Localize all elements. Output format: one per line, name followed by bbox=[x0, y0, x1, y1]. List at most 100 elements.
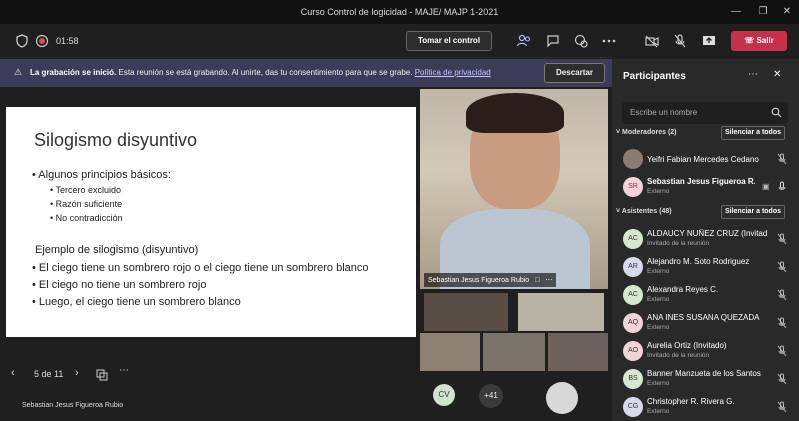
video-more-icon[interactable]: ⋯ bbox=[545, 277, 552, 284]
mic-off-icon[interactable] bbox=[776, 233, 788, 245]
participant-name: Alejandro M. Soto Rodriguez bbox=[647, 257, 750, 266]
participant-row[interactable]: AQ ANA INES SUSANA QUEZADA Externo bbox=[612, 310, 799, 336]
participant-name: ALDAUCY NUÑEZ CRUZ (Invitado) bbox=[647, 229, 767, 238]
participant-name: Sebastian Jesus Figueroa R... bbox=[647, 177, 755, 186]
previous-slide-icon[interactable]: ‹ bbox=[11, 367, 15, 379]
mic-off-icon[interactable] bbox=[776, 401, 788, 413]
slide-example-heading: Ejemplo de silogismo (disyuntivo) bbox=[35, 244, 199, 256]
slide-bullet: • Algunos principios básicos: bbox=[32, 169, 171, 181]
participant-row[interactable]: AR Alejandro M. Soto Rodriguez Externo bbox=[612, 254, 799, 280]
leave-label: Salir bbox=[756, 36, 774, 45]
video-label: Sebastian Jesus Figueroa Rubio □ ⋯ bbox=[424, 273, 557, 287]
video-thumbnail[interactable] bbox=[420, 333, 480, 371]
participant-name: Aurelia Ortiz (Invitado) bbox=[647, 341, 727, 350]
participant-row[interactable]: BS Banner Manzueta de los Santos Externo bbox=[612, 366, 799, 392]
silence-attendees-button[interactable]: Silenciar a todos bbox=[721, 205, 785, 219]
participant-avatar bbox=[623, 149, 643, 169]
participant-role: Invitado de la reunión bbox=[647, 352, 710, 359]
participant-avatar[interactable]: CV bbox=[433, 384, 455, 406]
shared-slide: Silogismo disyuntivo • Algunos principio… bbox=[6, 107, 416, 337]
video-participant-name: Sebastian Jesus Figueroa Rubio bbox=[428, 277, 530, 284]
moderators-header[interactable]: ˅ Moderadores (2) bbox=[616, 129, 677, 136]
dismiss-button[interactable]: Descartar bbox=[544, 63, 605, 83]
mic-off-icon[interactable] bbox=[776, 153, 788, 165]
close-icon[interactable]: ✕ bbox=[775, 0, 799, 24]
more-options-icon[interactable] bbox=[601, 33, 617, 49]
slide-subbullet: • Razón suficiente bbox=[50, 199, 123, 209]
participant-avatar: AC bbox=[623, 229, 643, 249]
slide-subbullet: • No contradicción bbox=[50, 213, 123, 223]
mic-off-icon[interactable] bbox=[776, 289, 788, 301]
participant-avatar: AO bbox=[623, 341, 643, 361]
camera-off-icon[interactable] bbox=[644, 33, 660, 49]
slide-counter: 5 de 11 bbox=[34, 369, 64, 379]
mic-off-icon[interactable] bbox=[776, 373, 788, 385]
slide-bullet: • El ciego tiene un sombrero rojo o el c… bbox=[32, 262, 369, 274]
title-bar: Curso Control de logicidad - MAJE/ MAJP … bbox=[0, 0, 799, 24]
more-participants-count[interactable]: +41 bbox=[479, 384, 503, 408]
mic-off-icon[interactable] bbox=[776, 345, 788, 357]
participant-row[interactable]: AC Alexandra Reyes C. Externo bbox=[612, 282, 799, 308]
chevron-down-icon: ˅ bbox=[616, 208, 621, 215]
pin-icon[interactable]: □ bbox=[535, 277, 539, 284]
participant-name: Christopher R. Rivera G. bbox=[647, 397, 735, 406]
slide-grid-icon[interactable] bbox=[96, 369, 108, 381]
participant-search-input[interactable]: Escribe un nombre bbox=[622, 102, 788, 124]
minimize-icon[interactable]: — bbox=[724, 0, 748, 24]
search-placeholder: Escribe un nombre bbox=[630, 108, 698, 117]
participant-role: Externo bbox=[647, 268, 670, 275]
meeting-timer: 01:58 bbox=[56, 36, 79, 46]
slide-subbullet: • Tercero excluido bbox=[50, 185, 122, 195]
participant-role: Externo bbox=[647, 324, 670, 331]
video-thumbnail[interactable] bbox=[548, 333, 608, 371]
attendees-header[interactable]: ˅ Asistentes (48) bbox=[616, 208, 672, 215]
participant-photo-avatar[interactable] bbox=[546, 382, 578, 414]
privacy-policy-link[interactable]: Política de privacidad bbox=[415, 68, 491, 77]
participant-avatar: AR bbox=[623, 257, 643, 277]
participant-avatar: CG bbox=[623, 397, 643, 417]
participant-name: ANA INES SUSANA QUEZADA bbox=[647, 313, 760, 322]
chat-icon[interactable] bbox=[545, 33, 561, 49]
participant-row[interactable]: SR Sebastian Jesus Figueroa R... Externo… bbox=[612, 174, 799, 200]
mic-on-icon[interactable] bbox=[776, 181, 788, 193]
participant-role: Externo bbox=[647, 296, 670, 303]
breakout-rooms-icon[interactable] bbox=[573, 33, 589, 49]
window-title: Curso Control de logicidad - MAJE/ MAJP … bbox=[300, 7, 499, 17]
shield-icon bbox=[16, 34, 28, 48]
video-thumbnail[interactable] bbox=[483, 333, 545, 371]
leave-button[interactable]: ☏ Salir bbox=[731, 31, 787, 51]
video-thumbnail[interactable] bbox=[424, 293, 508, 331]
warning-icon: ⚠ bbox=[14, 67, 23, 77]
panel-more-icon[interactable]: ⋯ bbox=[748, 69, 758, 80]
slide-bullet: • Luego, el ciego tiene un sombrero blan… bbox=[32, 296, 241, 308]
chevron-down-icon: ˅ bbox=[616, 129, 621, 136]
participant-name: Yeifri Fabian Mercedes Cedano bbox=[647, 155, 759, 164]
participant-row[interactable]: CG Christopher R. Rivera G. Externo bbox=[612, 394, 799, 420]
maximize-icon[interactable]: ❐ bbox=[751, 0, 775, 24]
participant-name: Alexandra Reyes C. bbox=[647, 285, 719, 294]
participant-name: Banner Manzueta de los Santos bbox=[647, 369, 761, 378]
close-panel-icon[interactable]: ✕ bbox=[773, 69, 781, 80]
recording-icon bbox=[35, 34, 49, 48]
video-thumbnail[interactable] bbox=[518, 293, 604, 331]
silence-moderators-button[interactable]: Silenciar a todos bbox=[721, 126, 785, 140]
slide-more-icon[interactable]: ⋯ bbox=[119, 365, 129, 376]
mic-off-icon[interactable] bbox=[672, 33, 688, 49]
mic-off-icon[interactable] bbox=[776, 261, 788, 273]
participants-panel: Participantes ⋯ ✕ Escribe un nombre ˅ Mo… bbox=[612, 59, 799, 421]
mic-off-icon[interactable] bbox=[776, 317, 788, 329]
participant-role: Externo bbox=[647, 188, 670, 195]
next-slide-icon[interactable]: › bbox=[75, 367, 79, 379]
participant-row[interactable]: Yeifri Fabian Mercedes Cedano bbox=[612, 146, 799, 172]
participant-row[interactable]: AC ALDAUCY NUÑEZ CRUZ (Invitado) Invitad… bbox=[612, 226, 799, 252]
take-control-button[interactable]: Tomar el control bbox=[406, 31, 492, 51]
participant-row[interactable]: AO Aurelia Ortiz (Invitado) Invitado de … bbox=[612, 338, 799, 364]
main-video-tile[interactable] bbox=[420, 89, 608, 289]
participant-avatar: AQ bbox=[623, 313, 643, 333]
participant-avatar: BS bbox=[623, 369, 643, 389]
presenter-name: Sebastian Jesus Figueroa Rubio bbox=[22, 402, 124, 409]
slide-title: Silogismo disyuntivo bbox=[34, 130, 198, 150]
participants-icon[interactable] bbox=[516, 33, 532, 49]
share-screen-icon[interactable] bbox=[701, 33, 717, 49]
slide-bullet: • El ciego no tiene un sombrero rojo bbox=[32, 279, 207, 291]
